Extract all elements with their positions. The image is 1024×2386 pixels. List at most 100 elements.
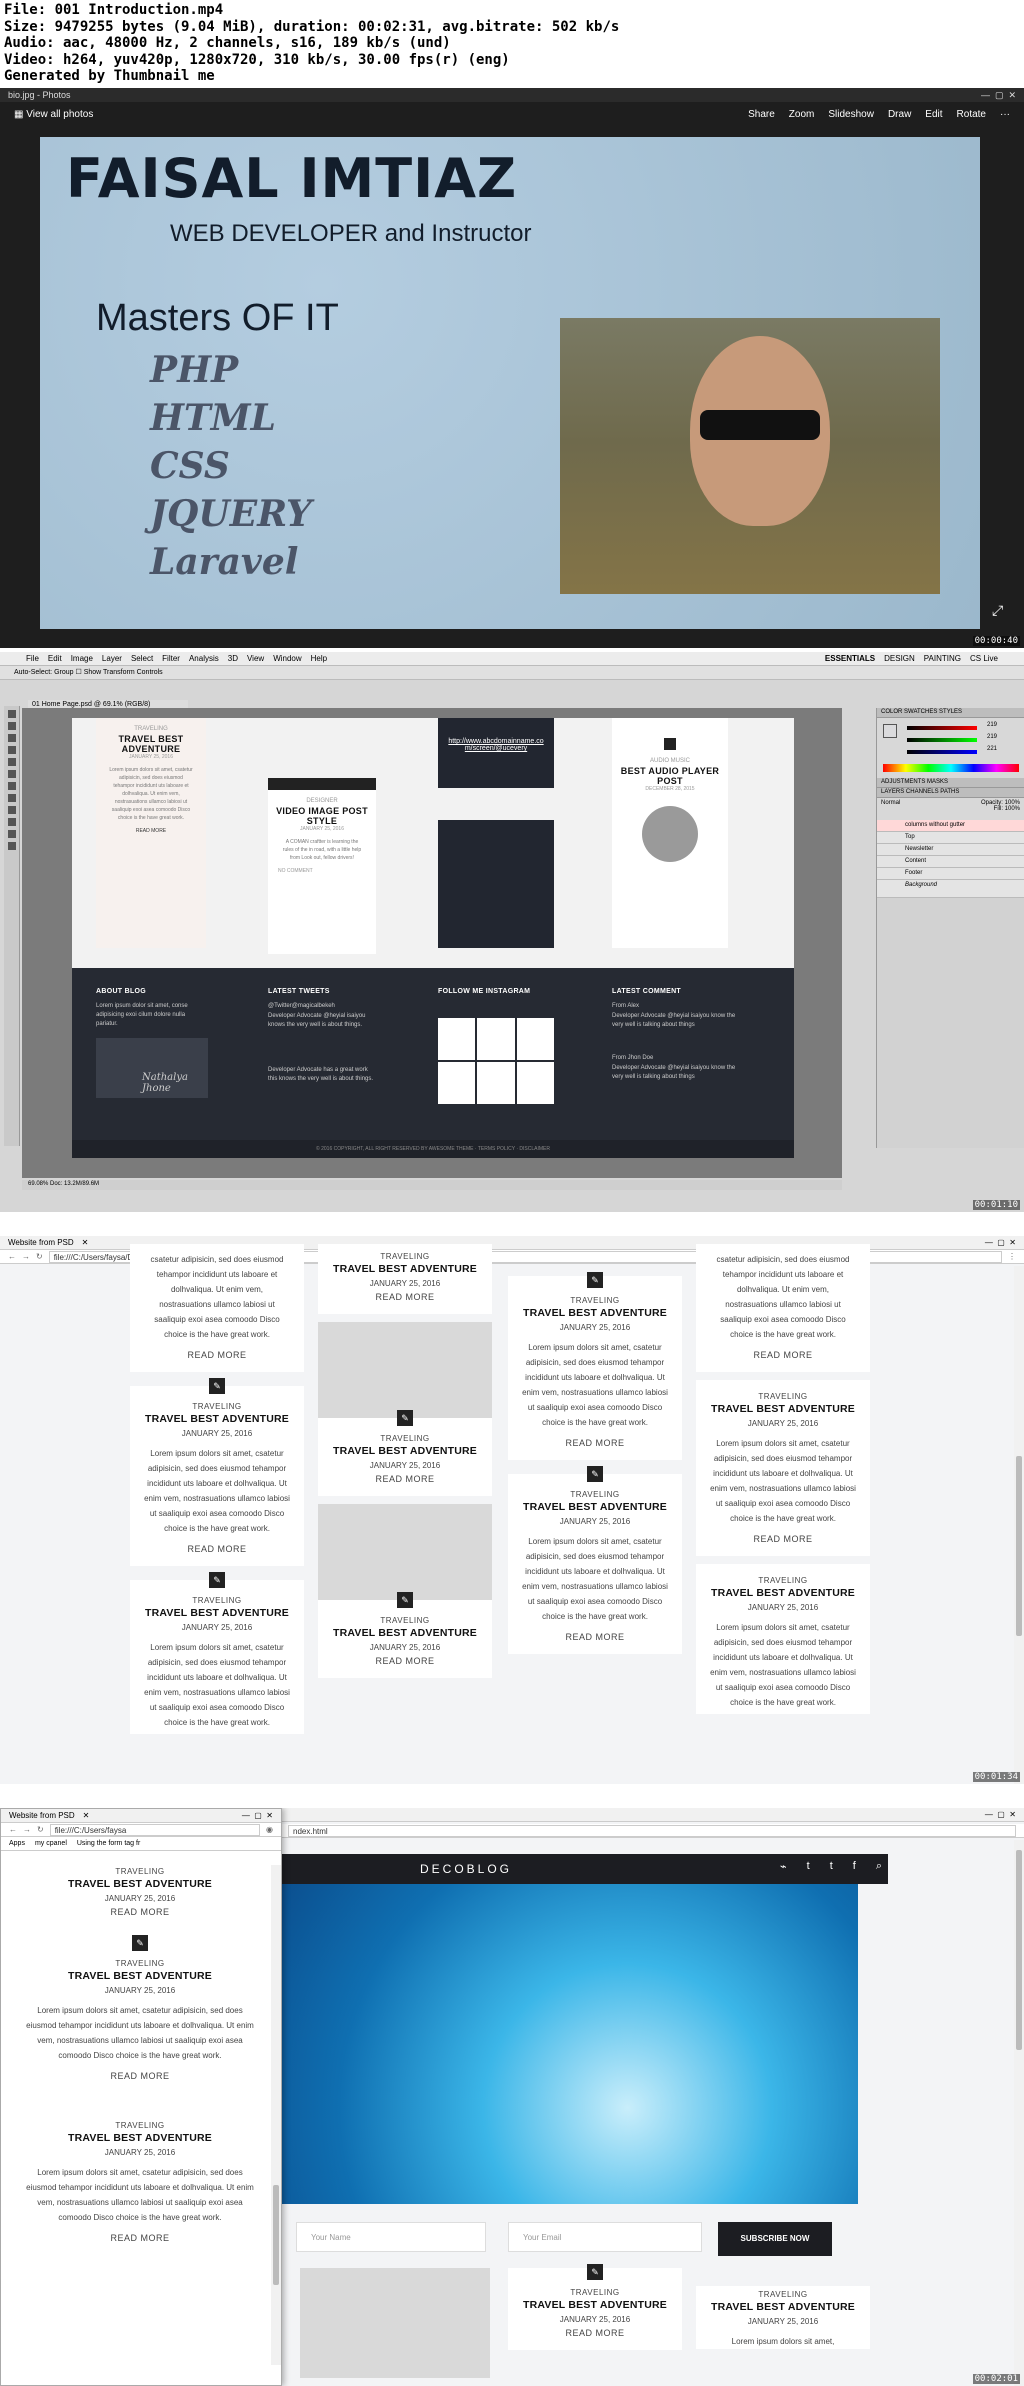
mini-scrollbar[interactable]: [271, 1865, 281, 2365]
post-title[interactable]: TRAVEL BEST ADVENTURE: [508, 1501, 682, 1513]
ps-workspace-design[interactable]: DESIGN: [884, 654, 915, 663]
read-more-link[interactable]: READ MORE: [9, 2067, 271, 2093]
tumblr-icon[interactable]: t: [830, 1860, 833, 1873]
tab-masks[interactable]: MASKS: [927, 779, 948, 785]
tab-channels[interactable]: CHANNELS: [906, 789, 939, 795]
ps-menu-view[interactable]: View: [247, 654, 264, 663]
post-title[interactable]: TRAVEL BEST ADVENTURE: [318, 1627, 492, 1639]
red-value[interactable]: 219: [987, 722, 997, 728]
post-title[interactable]: TRAVEL BEST ADVENTURE: [9, 1970, 271, 1982]
window-controls[interactable]: — ▢ ✕: [981, 90, 1016, 100]
read-more-link[interactable]: READ MORE: [318, 1652, 492, 1678]
foreground-color-swatch[interactable]: [883, 724, 897, 738]
ps-canvas[interactable]: TRAVELING TRAVEL BEST ADVENTURE JANUARY …: [72, 718, 794, 1158]
url-input[interactable]: ndex.html: [288, 1824, 1016, 1837]
back-icon[interactable]: ←: [9, 1825, 17, 1834]
read-more-link[interactable]: READ MORE: [130, 1540, 304, 1566]
close-tab-icon[interactable]: ✕: [82, 1238, 89, 1247]
post-title[interactable]: TRAVEL BEST ADVENTURE: [318, 1263, 492, 1275]
ps-menu-select[interactable]: Select: [131, 654, 153, 663]
bookmark-form-tag[interactable]: Using the form tag fr: [77, 1840, 140, 1847]
fill-field[interactable]: Fill: 100%: [994, 806, 1020, 812]
post-title[interactable]: TRAVEL BEST ADVENTURE: [9, 2132, 271, 2144]
move-tool-icon[interactable]: [7, 710, 16, 718]
layer-item[interactable]: Footer: [877, 868, 1024, 880]
ps-color-tab[interactable]: COLOR SWATCHES STYLES: [877, 708, 1024, 718]
subscribe-button[interactable]: SUBSCRIBE NOW: [718, 2222, 832, 2256]
green-slider[interactable]: [907, 738, 977, 742]
ps-menu-layer[interactable]: Layer: [102, 654, 122, 663]
lasso-tool-icon[interactable]: [7, 734, 16, 742]
twitter-icon[interactable]: t: [807, 1860, 810, 1873]
post-title[interactable]: TRAVEL BEST ADVENTURE: [508, 2299, 682, 2311]
facebook-icon[interactable]: f: [853, 1860, 856, 1873]
share-button[interactable]: Share: [748, 109, 775, 120]
browser-tab[interactable]: Website from PSD: [8, 1238, 74, 1247]
ps-menu-filter[interactable]: Filter: [162, 654, 180, 663]
ps-menu-image[interactable]: Image: [71, 654, 93, 663]
page-scrollbar[interactable]: [1014, 1840, 1024, 2386]
eraser-tool-icon[interactable]: [7, 770, 16, 778]
post-title[interactable]: TRAVEL BEST ADVENTURE: [696, 1403, 870, 1415]
post-title[interactable]: TRAVEL BEST ADVENTURE: [696, 2301, 870, 2313]
read-more-link[interactable]: READ MORE: [9, 2229, 271, 2255]
hand-tool-icon[interactable]: [7, 830, 16, 838]
post-title[interactable]: TRAVEL BEST ADVENTURE: [130, 1607, 304, 1619]
gradient-tool-icon[interactable]: [7, 782, 16, 790]
rotate-button[interactable]: Rotate: [957, 109, 986, 120]
zoom-button[interactable]: Zoom: [789, 109, 815, 120]
search-icon[interactable]: ⌕: [876, 1860, 882, 1873]
tab-swatches[interactable]: SWATCHES: [904, 709, 937, 715]
tab-styles[interactable]: STYLES: [939, 709, 962, 715]
shape-tool-icon[interactable]: [7, 818, 16, 826]
pen-tool-icon[interactable]: [7, 794, 16, 802]
rss-icon[interactable]: ⌁: [780, 1860, 787, 1873]
tab-adjustments[interactable]: ADJUSTMENTS: [881, 779, 925, 785]
ps-adjustments-tab[interactable]: ADJUSTMENTS MASKS: [877, 778, 1024, 788]
layer-item[interactable]: Background: [877, 880, 1024, 898]
back-icon[interactable]: ←: [8, 1252, 16, 1261]
read-more-link[interactable]: READ MORE: [318, 1470, 492, 1496]
ps-menu-file[interactable]: File: [26, 654, 39, 663]
ps-menu-analysis[interactable]: Analysis: [189, 654, 219, 663]
layer-item[interactable]: Top: [877, 832, 1024, 844]
ps-workspace-essentials[interactable]: ESSENTIALS: [825, 654, 875, 663]
forward-icon[interactable]: →: [23, 1825, 31, 1834]
draw-button[interactable]: Draw: [888, 109, 911, 120]
forward-icon[interactable]: →: [22, 1252, 30, 1261]
blend-mode-select[interactable]: Normal: [881, 800, 900, 806]
type-tool-icon[interactable]: [7, 806, 16, 814]
blue-value[interactable]: 221: [987, 746, 997, 752]
window-controls[interactable]: — ▢ ✕: [242, 1811, 273, 1820]
close-tab-icon[interactable]: ✕: [83, 1811, 90, 1820]
green-value[interactable]: 219: [987, 734, 997, 740]
zoom-tool-icon[interactable]: [7, 842, 16, 850]
slideshow-button[interactable]: Slideshow: [828, 109, 874, 120]
browser-tab[interactable]: Website from PSD: [9, 1811, 75, 1820]
scrollbar-thumb[interactable]: [1016, 1456, 1022, 1636]
blog-logo[interactable]: DECOBLOG: [420, 1862, 512, 1876]
ps-layers-tab[interactable]: LAYERS CHANNELS PATHS: [877, 788, 1024, 798]
ps-menu-3d[interactable]: 3D: [228, 654, 238, 663]
scrollbar-thumb[interactable]: [1016, 1850, 1022, 2050]
ps-cs-live[interactable]: CS Live: [970, 654, 998, 663]
tab-color[interactable]: COLOR: [881, 709, 902, 715]
post-title[interactable]: TRAVEL BEST ADVENTURE: [508, 1307, 682, 1319]
layer-item[interactable]: columns without gutter: [877, 820, 1024, 832]
email-input[interactable]: Your Email: [508, 2222, 702, 2252]
blue-slider[interactable]: [907, 750, 977, 754]
window-controls[interactable]: — ▢ ✕: [985, 1810, 1016, 1819]
ps-menu-edit[interactable]: Edit: [48, 654, 62, 663]
tab-paths[interactable]: PATHS: [940, 789, 959, 795]
post-title[interactable]: TRAVEL BEST ADVENTURE: [696, 1587, 870, 1599]
ps-workspace-painting[interactable]: PAINTING: [924, 654, 961, 663]
layer-item[interactable]: Content: [877, 856, 1024, 868]
read-more-link[interactable]: READ MORE: [9, 1903, 271, 1929]
fullscreen-icon[interactable]: ⤢: [992, 602, 1003, 619]
scrollbar-thumb[interactable]: [273, 2185, 279, 2285]
ps-menu-help[interactable]: Help: [311, 654, 327, 663]
view-all-photos-link[interactable]: View all photos: [26, 109, 93, 120]
read-more-link[interactable]: READ MORE: [130, 1346, 304, 1372]
page-scrollbar[interactable]: [1014, 1266, 1024, 1784]
post-title[interactable]: TRAVEL BEST ADVENTURE: [9, 1878, 271, 1890]
